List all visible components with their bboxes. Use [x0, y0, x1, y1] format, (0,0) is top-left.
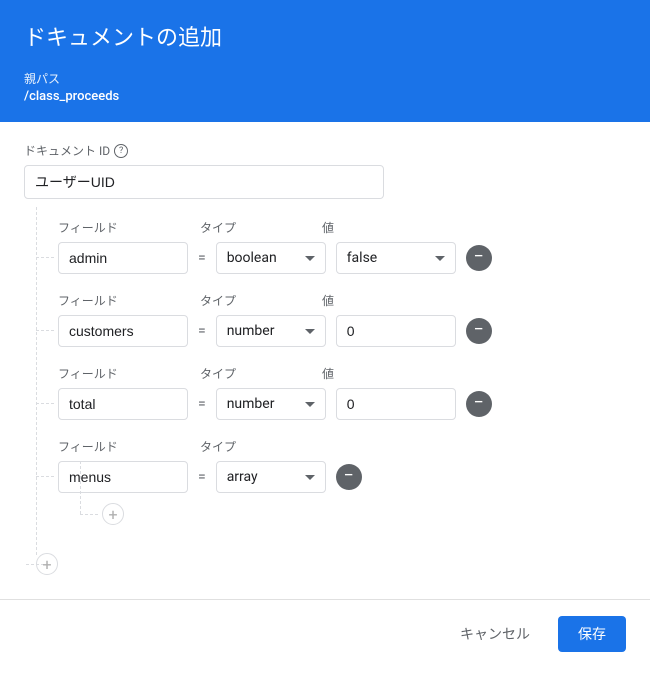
type-label: タイプ [200, 219, 310, 236]
equals-sign: = [198, 469, 206, 485]
type-label: タイプ [200, 365, 310, 382]
remove-field-button[interactable]: − [336, 464, 362, 490]
fields-container: フィールド タイプ 値 = boolean false − フィール [36, 219, 626, 575]
document-id-label: ドキュメント ID ? [24, 142, 626, 159]
field-label: フィールド [58, 292, 188, 309]
field-name-input[interactable] [58, 388, 188, 420]
type-label: タイプ [200, 292, 310, 309]
field-name-input[interactable] [58, 242, 188, 274]
help-icon[interactable]: ? [114, 144, 128, 158]
field-name-input[interactable] [58, 315, 188, 347]
dialog-header: ドキュメントの追加 親パス /class_proceeds [0, 0, 650, 122]
type-select[interactable]: number [216, 315, 326, 347]
type-select[interactable]: boolean [216, 242, 326, 274]
chevron-down-icon [305, 256, 315, 261]
field-name-input[interactable] [58, 461, 188, 493]
document-id-input[interactable] [24, 165, 384, 199]
save-button[interactable]: 保存 [558, 616, 626, 652]
type-label: タイプ [200, 438, 310, 455]
dialog-footer: キャンセル 保存 [0, 599, 650, 668]
dialog-body: ドキュメント ID ? フィールド タイプ 値 = boolean false [0, 122, 650, 599]
value-label: 値 [322, 292, 442, 309]
value-input[interactable] [336, 388, 456, 420]
remove-field-button[interactable]: − [466, 391, 492, 417]
remove-field-button[interactable]: − [466, 245, 492, 271]
value-input[interactable] [336, 315, 456, 347]
field-label: フィールド [58, 438, 188, 455]
equals-sign: = [198, 250, 206, 266]
add-field-button[interactable]: + [36, 553, 58, 575]
chevron-down-icon [305, 329, 315, 334]
add-array-item-button[interactable]: + [102, 503, 124, 525]
parent-path-label: 親パス [24, 70, 626, 87]
chevron-down-icon [305, 402, 315, 407]
cancel-button[interactable]: キャンセル [440, 616, 550, 652]
minus-icon: − [474, 321, 484, 339]
dialog-title: ドキュメントの追加 [24, 20, 626, 52]
field-label: フィールド [58, 365, 188, 382]
minus-icon: − [344, 467, 354, 485]
chevron-down-icon [435, 256, 445, 261]
type-select[interactable]: number [216, 388, 326, 420]
field-label: フィールド [58, 219, 188, 236]
minus-icon: − [474, 248, 484, 266]
value-label: 値 [322, 219, 442, 236]
minus-icon: − [474, 394, 484, 412]
field-row: フィールド タイプ 値 = number − [36, 292, 626, 347]
chevron-down-icon [305, 475, 315, 480]
plus-icon: + [108, 505, 117, 524]
type-select[interactable]: array [216, 461, 326, 493]
value-label: 値 [322, 365, 442, 382]
field-row: フィールド タイプ 値 = number − [36, 365, 626, 420]
plus-icon: + [42, 555, 51, 574]
equals-sign: = [198, 323, 206, 339]
parent-path-value: /class_proceeds [24, 89, 626, 104]
field-row: フィールド タイプ = array − + [36, 438, 626, 525]
remove-field-button[interactable]: − [466, 318, 492, 344]
value-select[interactable]: false [336, 242, 456, 274]
equals-sign: = [198, 396, 206, 412]
field-row: フィールド タイプ 値 = boolean false − [36, 219, 626, 274]
